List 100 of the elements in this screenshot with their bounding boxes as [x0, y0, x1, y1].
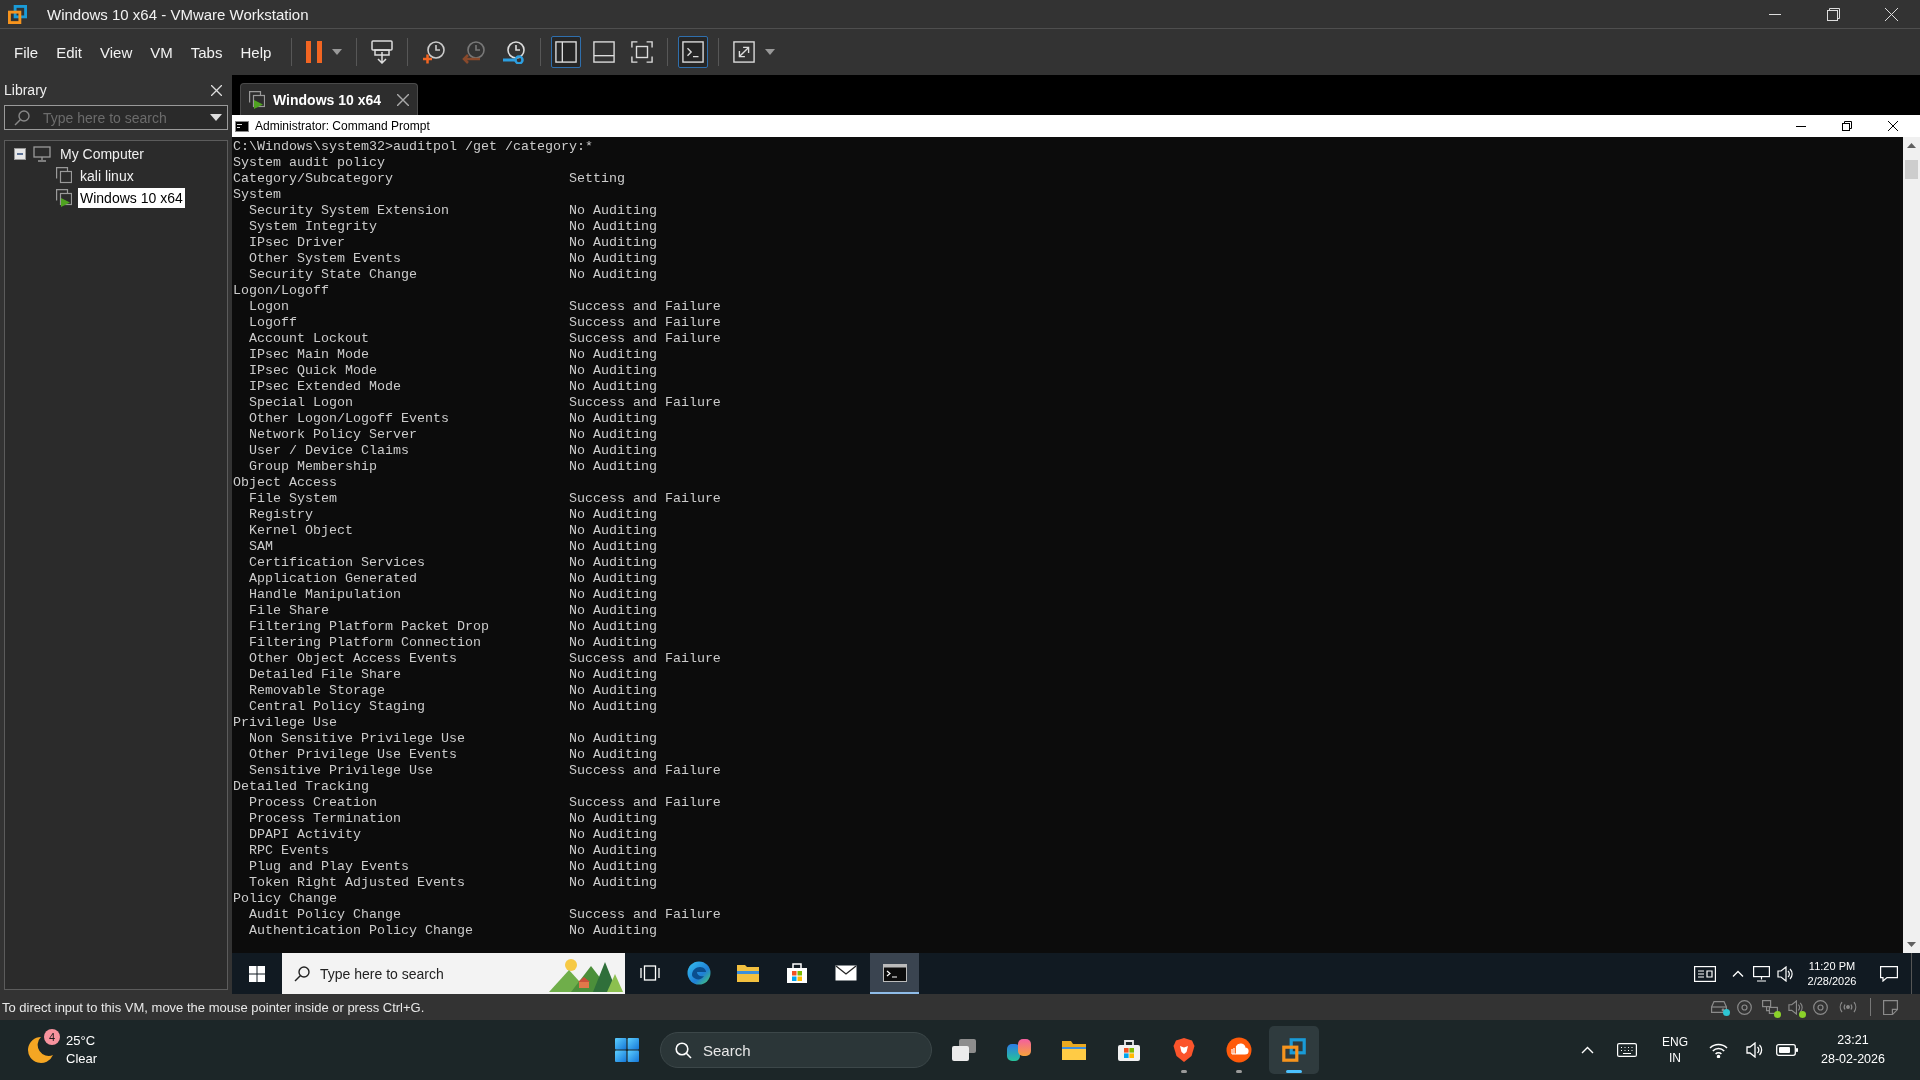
library-view-button[interactable]: [551, 36, 582, 68]
menu-item[interactable]: Tabs: [182, 39, 231, 65]
search-field[interactable]: Type here to search: [4, 105, 228, 130]
audit-setting: No Auditing: [568, 843, 657, 859]
menu-item[interactable]: File: [6, 39, 47, 65]
audit-setting: No Auditing: [568, 347, 657, 363]
menu-item[interactable]: Help: [232, 39, 280, 65]
close-icon: [1888, 121, 1898, 131]
subcategory-name: Other Privilege Use Events: [249, 747, 457, 763]
subcategory-name: IPsec Main Mode: [249, 347, 369, 363]
close-tab-button[interactable]: [397, 93, 410, 106]
tree-item[interactable]: kali linux: [78, 166, 136, 186]
console-view-button[interactable]: [678, 36, 709, 68]
input-language-button[interactable]: ENG IN: [1651, 1026, 1699, 1074]
audit-setting: Success and Failure: [568, 315, 721, 331]
audit-setting: No Auditing: [568, 427, 657, 443]
speaker-icon[interactable]: [1788, 999, 1803, 1015]
audit-setting: No Auditing: [568, 587, 657, 603]
window-title: Windows 10 x64 - VMware Workstation: [47, 5, 309, 23]
wifi-icon[interactable]: [1709, 1042, 1728, 1058]
subcategory-name: File System: [249, 491, 337, 507]
battery-icon[interactable]: [1776, 1044, 1798, 1056]
dropdown-arrow-icon[interactable]: [210, 114, 222, 121]
minimize-icon: [1796, 125, 1806, 127]
subcategory-name: File Share: [249, 603, 329, 619]
subcategory-name: Token Right Adjusted Events: [249, 875, 465, 891]
console-title: Administrator: Command Prompt: [255, 119, 430, 133]
subcategory-name: Kernel Object: [249, 523, 353, 539]
full-screen-icon: [631, 41, 654, 63]
disc-icon[interactable]: [1737, 999, 1752, 1015]
network-icon[interactable]: [1762, 999, 1778, 1015]
taskbar-app-button[interactable]: [870, 953, 919, 994]
disc-icon[interactable]: [1813, 999, 1828, 1015]
audit-setting: No Auditing: [568, 203, 657, 219]
arrow-down-icon[interactable]: [1907, 942, 1916, 947]
menu-item[interactable]: VM: [142, 39, 181, 65]
audit-setting: Success and Failure: [568, 395, 721, 411]
subcategory-name: System Integrity: [249, 219, 377, 235]
audit-setting: Success and Failure: [568, 299, 721, 315]
audit-setting: No Auditing: [568, 507, 657, 523]
search-icon: [14, 109, 30, 126]
taskbar-search-field[interactable]: Search: [660, 1032, 932, 1068]
app-logo-icon: [8, 4, 27, 24]
subcategory-name: IPsec Quick Mode: [249, 363, 377, 379]
scrollbar[interactable]: [1903, 137, 1920, 953]
speaker-icon[interactable]: [1746, 1042, 1763, 1058]
note-icon[interactable]: [1883, 999, 1898, 1015]
subcategory-name: SAM: [249, 539, 273, 555]
panel-title: Library: [4, 82, 47, 98]
close-button[interactable]: [211, 84, 222, 96]
collapse-icon[interactable]: [14, 148, 26, 160]
envelope-icon: [834, 964, 857, 981]
subcategory-name: DPAPI Activity: [249, 827, 361, 843]
audit-setting: Success and Failure: [568, 763, 721, 779]
subcategory-name: Handle Manipulation: [249, 587, 401, 603]
audit-setting: No Auditing: [568, 603, 657, 619]
subcategory-name: Group Membership: [249, 459, 377, 475]
column-header: Category/Subcategory: [233, 171, 393, 187]
audit-setting: No Auditing: [568, 523, 657, 539]
audit-setting: No Auditing: [568, 827, 657, 843]
temperature: 25°C: [66, 1032, 97, 1050]
close-icon: [1884, 7, 1898, 21]
colorful-logo-icon: [1006, 1038, 1032, 1062]
subcategory-name: Registry: [249, 507, 313, 523]
subcategory-name: Other Logon/Logoff Events: [249, 411, 449, 427]
news-icon: [1694, 965, 1716, 982]
menu-item[interactable]: Edit: [48, 39, 91, 65]
command-line: C:\Windows\system32>auditpol /get /category:*: [233, 139, 593, 155]
subcategory-name: IPsec Driver: [249, 235, 345, 251]
scrollbar-thumb[interactable]: [1905, 160, 1918, 179]
output-heading: System audit policy: [233, 155, 385, 171]
tree-item[interactable]: My Computer: [58, 144, 147, 164]
chevron-up-icon: [1732, 970, 1744, 977]
audit-setting: No Auditing: [568, 267, 657, 283]
clock-button[interactable]: 23:21 28-02-2026: [1806, 1026, 1900, 1074]
windows-logo-icon: [615, 1038, 639, 1062]
audit-setting: No Auditing: [568, 443, 657, 459]
swirl-icon: [686, 960, 711, 985]
shopping-bag-icon: [785, 961, 808, 984]
cloud-circle-icon: [1226, 1037, 1252, 1063]
menu-item[interactable]: View: [92, 39, 141, 65]
category-name: Policy Change: [233, 891, 337, 907]
subcategory-name: Plug and Play Events: [249, 859, 409, 875]
status-message: To direct input to this VM, move the mouse pointer inside or press Ctrl+G.: [2, 999, 425, 1015]
vm-tab[interactable]: Windows 10 x64: [240, 83, 419, 115]
audit-setting: No Auditing: [568, 251, 657, 267]
folder-icon: [1061, 1039, 1087, 1061]
taskbar-search-field[interactable]: Type here to search: [282, 953, 625, 994]
audit-setting: Success and Failure: [568, 651, 721, 667]
audit-setting: No Auditing: [568, 555, 657, 571]
tree-item[interactable]: Windows 10 x64: [78, 188, 185, 208]
category-name: System: [233, 187, 281, 203]
audit-setting: Success and Failure: [568, 795, 721, 811]
arrow-up-icon[interactable]: [1907, 143, 1916, 148]
subcategory-name: Filtering Platform Packet Drop: [249, 619, 489, 635]
wireless-signal-icon[interactable]: [1838, 1000, 1858, 1014]
chevron-up-icon: [1580, 1046, 1594, 1054]
category-name: Logon/Logoff: [233, 283, 329, 299]
clock-arrow-icon: [462, 40, 487, 64]
audit-setting: Success and Failure: [568, 907, 721, 923]
